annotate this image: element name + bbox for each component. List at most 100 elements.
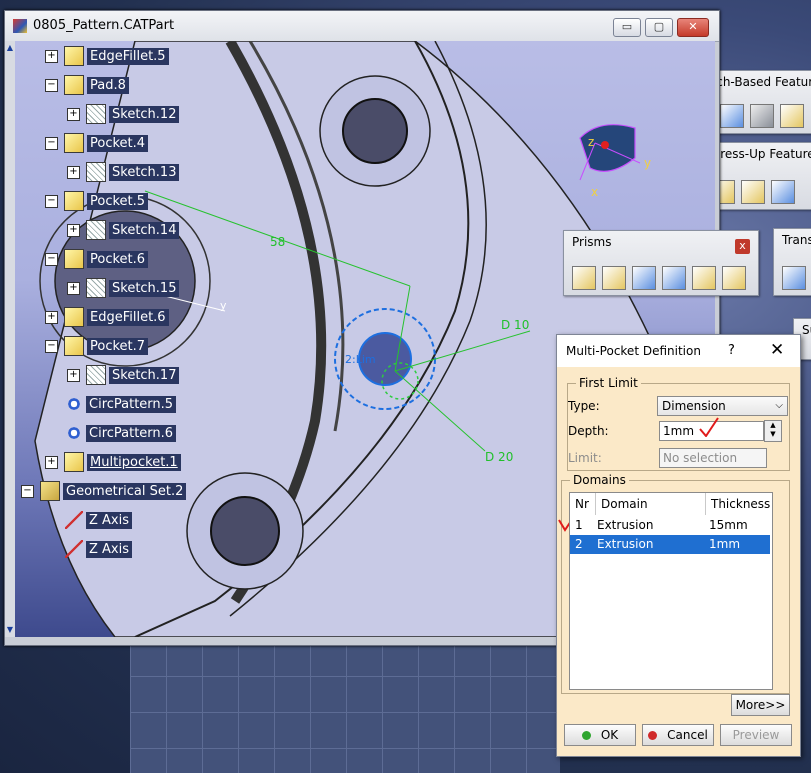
toolbar-title: Dress-Up Features [711, 147, 811, 161]
collapse-icon[interactable]: − [45, 339, 58, 353]
expand-icon[interactable]: + [67, 368, 80, 382]
sketch-icon [86, 162, 106, 182]
draft-tool-icon[interactable] [771, 180, 795, 204]
toolbar-title: Su [802, 323, 811, 337]
rib-tool-icon[interactable] [780, 104, 804, 128]
column-header-thickness[interactable]: Thickness [706, 493, 770, 515]
tree-node[interactable]: Z Axis [65, 509, 133, 531]
table-row[interactable]: 1 Extrusion domain.1 15mm [570, 516, 770, 551]
circ-pattern-icon [65, 424, 83, 442]
compass-x-label: x [591, 185, 599, 199]
scroll-up-arrow-icon[interactable]: ▲ [5, 42, 15, 54]
close-button[interactable]: ✕ [677, 18, 709, 37]
tree-node[interactable]: + Sketch.13 [67, 161, 180, 183]
cancel-button[interactable]: Cancel [642, 724, 714, 746]
tree-node[interactable]: − Pocket.5 [45, 190, 149, 212]
sketch-icon [86, 220, 106, 240]
multipocket-icon [64, 452, 84, 472]
expand-icon[interactable]: + [67, 107, 80, 121]
collapse-icon[interactable]: − [45, 252, 58, 266]
chamfer-tool-icon[interactable] [741, 180, 765, 204]
row-thickness: 1mm [709, 537, 741, 551]
table-row-selected[interactable]: 2 Extrusion domain.2 1mm [570, 535, 770, 570]
collapse-icon[interactable]: − [21, 484, 34, 498]
tree-node-label: EdgeFillet.6 [87, 308, 169, 326]
tree-node[interactable]: + Sketch.15 [67, 277, 180, 299]
tree-node[interactable]: CircPattern.6 [65, 422, 177, 444]
tree-node-label: Pocket.4 [87, 134, 149, 152]
collapse-icon[interactable]: − [45, 194, 58, 208]
geometrical-set-icon [40, 481, 60, 501]
minimize-button[interactable]: ▭ [613, 18, 641, 37]
column-header-nr[interactable]: Nr [570, 493, 596, 515]
tree-node-label: Z Axis [86, 540, 133, 558]
row-domain: Extrusion domain.2 [597, 537, 654, 570]
drafted-pad-icon[interactable] [632, 266, 656, 290]
help-icon[interactable]: ? [728, 343, 735, 358]
tree-node[interactable]: + Sketch.17 [67, 364, 180, 386]
drafted-pocket-icon[interactable] [722, 266, 746, 290]
domain-tag-label: 2:Lim [345, 353, 376, 366]
tree-node[interactable]: + EdgeFillet.6 [45, 306, 169, 328]
window-titlebar[interactable]: 0805_Pattern.CATPart ▭ ▢ ✕ [5, 11, 719, 42]
tree-node[interactable]: + Multipocket.1 [45, 451, 181, 473]
domains-table[interactable]: Nr Domain Thickness 1 Extrusion domain.1… [569, 492, 773, 690]
preview-button[interactable]: Preview [720, 724, 792, 746]
multi-pad-icon[interactable] [662, 266, 686, 290]
ok-label: OK [600, 728, 619, 742]
tree-node[interactable]: Z Axis [65, 538, 133, 560]
maximize-button[interactable]: ▢ [645, 18, 673, 37]
multi-pocket-icon[interactable] [692, 266, 716, 290]
expand-icon[interactable]: + [45, 49, 58, 63]
expand-icon[interactable]: + [67, 223, 80, 237]
tree-node-label: EdgeFillet.5 [87, 47, 169, 65]
depth-spinner[interactable]: ▲ ▼ [764, 420, 782, 442]
tree-node[interactable]: + EdgeFillet.5 [45, 45, 169, 67]
tree-node[interactable]: − Pocket.4 [45, 132, 149, 154]
pad-icon[interactable] [572, 266, 596, 290]
window-title: 0805_Pattern.CATPart [33, 18, 175, 33]
tree-node-label: Pocket.7 [87, 337, 149, 355]
type-value: Dimension [662, 399, 726, 413]
more-button[interactable]: More>> [731, 694, 790, 716]
pocket-icon[interactable] [602, 266, 626, 290]
limit-selection-field[interactable]: No selection [659, 448, 767, 468]
type-combo[interactable]: Dimension ⌵ [657, 396, 788, 416]
tree-node[interactable]: − Pocket.6 [45, 248, 149, 270]
circ-pattern-icon [65, 395, 83, 413]
tree-node-label: Pad.8 [87, 76, 129, 94]
axis-icon [65, 540, 83, 558]
tree-node[interactable]: − Geometrical Set.2 [21, 480, 187, 502]
expand-icon[interactable]: + [45, 455, 58, 469]
toolbar-title: Prisms [572, 235, 612, 249]
ok-button[interactable]: OK [564, 724, 636, 746]
pad-icon [64, 75, 84, 95]
expand-icon[interactable]: + [67, 165, 80, 179]
scroll-down-arrow-icon[interactable]: ▼ [5, 624, 15, 636]
pocket-tool-icon[interactable] [720, 104, 744, 128]
tree-node[interactable]: + Sketch.12 [67, 103, 180, 125]
collapse-icon[interactable]: − [45, 136, 58, 150]
depth-input[interactable]: 1mm [659, 417, 764, 441]
group-title: First Limit [576, 376, 641, 390]
catia-app-icon [13, 19, 27, 33]
tree-node[interactable]: + Sketch.14 [67, 219, 180, 241]
dimension-d20-label: D 20 [485, 450, 513, 464]
hole-tool-icon[interactable] [750, 104, 774, 128]
close-toolbar-button[interactable]: x [735, 239, 750, 254]
expand-icon[interactable]: + [67, 281, 80, 295]
dialog-titlebar[interactable]: Multi-Pocket Definition ? ✕ [557, 335, 800, 367]
expand-icon[interactable]: + [45, 310, 58, 324]
translate-tool-icon[interactable] [782, 266, 806, 290]
compass-widget[interactable]: y x z [570, 118, 670, 199]
background-grid [130, 640, 560, 773]
tree-node-label: Geometrical Set.2 [63, 482, 187, 500]
tree-node[interactable]: CircPattern.5 [65, 393, 177, 415]
column-header-domain[interactable]: Domain [596, 493, 706, 515]
sketch-icon [86, 278, 106, 298]
collapse-icon[interactable]: − [45, 78, 58, 92]
close-icon[interactable]: ✕ [770, 340, 784, 360]
dimension-d10-label: D 10 [501, 318, 529, 332]
tree-node[interactable]: − Pad.8 [45, 74, 129, 96]
tree-node[interactable]: − Pocket.7 [45, 335, 149, 357]
